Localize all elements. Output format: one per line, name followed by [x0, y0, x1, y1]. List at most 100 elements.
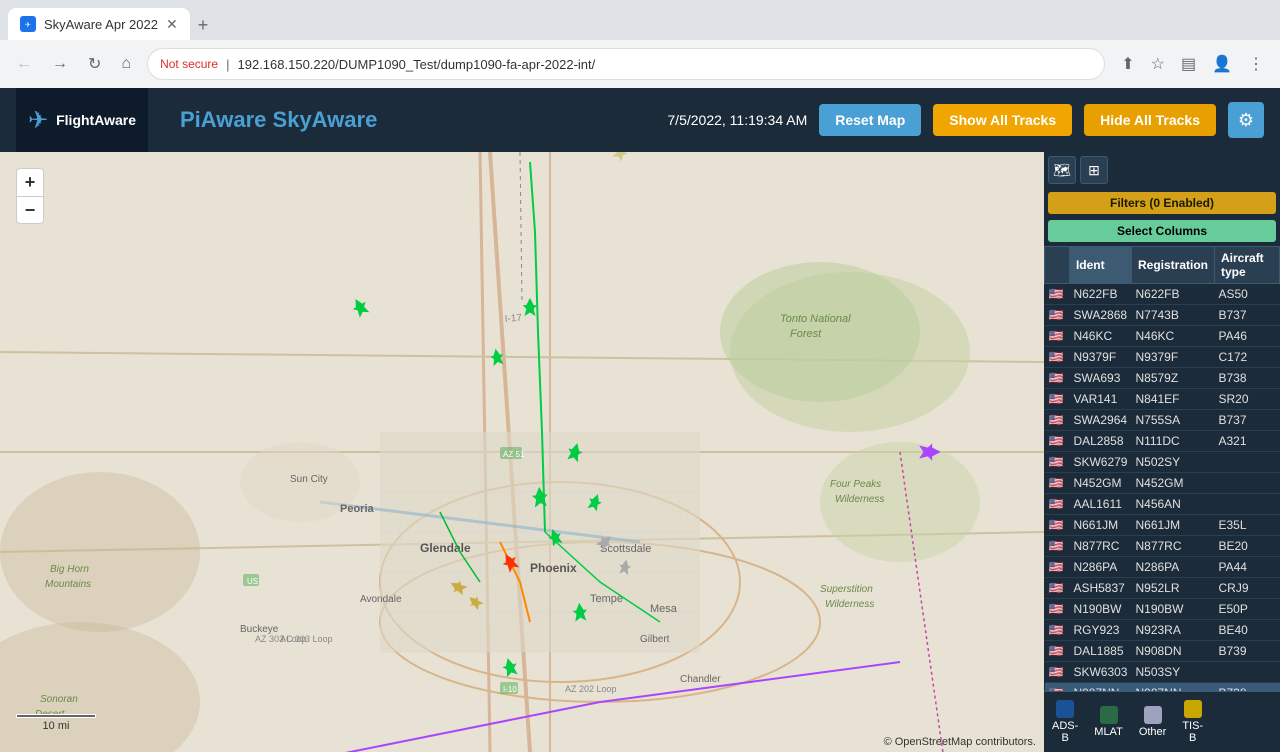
table-row[interactable]: 🇺🇸 DAL2858 N111DC A321 [1045, 431, 1280, 452]
hide-all-tracks-button[interactable]: Hide All Tracks [1084, 104, 1216, 136]
ident-cell: DAL2858 [1069, 431, 1131, 452]
show-all-tracks-button[interactable]: Show All Tracks [933, 104, 1072, 136]
table-row[interactable]: 🇺🇸 SWA693 N8579Z B738 [1045, 368, 1280, 389]
type-cell [1215, 473, 1280, 494]
col-registration-header[interactable]: Registration [1131, 247, 1214, 284]
sidebar-toggle-button[interactable]: ▤ [1177, 50, 1200, 78]
aircraft-marker[interactable] [519, 296, 541, 318]
svg-text:Superstition: Superstition [820, 584, 873, 595]
reset-map-button[interactable]: Reset Map [819, 104, 921, 136]
zoom-in-button[interactable]: + [16, 168, 44, 196]
svg-text:AC 303 Loop: AC 303 Loop [280, 634, 333, 644]
aircraft-marker[interactable] [611, 152, 631, 162]
type-cell: SR20 [1215, 389, 1280, 410]
table-row[interactable]: 🇺🇸 DAL1885 N908DN B739 [1045, 641, 1280, 662]
url-bar[interactable]: Not secure | 192.168.150.220/DUMP1090_Te… [147, 48, 1105, 80]
table-row[interactable]: 🇺🇸 ASH5837 N952LR CRJ9 [1045, 578, 1280, 599]
registration-cell: N923RA [1131, 620, 1214, 641]
registration-cell: N908DN [1131, 641, 1214, 662]
home-button[interactable]: ⌂ [117, 51, 135, 77]
header-right: 7/5/2022, 11:19:34 AM Reset Map Show All… [667, 102, 1264, 138]
table-row[interactable]: 🇺🇸 N987NN N987NN B738 [1045, 683, 1280, 692]
aircraft-marker[interactable] [545, 527, 565, 547]
table-row[interactable]: 🇺🇸 RGY923 N923RA BE40 [1045, 620, 1280, 641]
type-cell: BE20 [1215, 536, 1280, 557]
type-cell: BE40 [1215, 620, 1280, 641]
registration-cell: N755SA [1131, 410, 1214, 431]
table-row[interactable]: 🇺🇸 N452GM N452GM [1045, 473, 1280, 494]
registration-cell: N286PA [1131, 557, 1214, 578]
zoom-out-button[interactable]: − [16, 196, 44, 224]
registration-cell: N987NN [1131, 683, 1214, 692]
aircraft-marker[interactable] [917, 439, 943, 465]
aircraft-marker[interactable] [585, 492, 605, 512]
aircraft-panel: ◀▶ 🗺 ⊞ Filters (0 Enabled) Select Column… [1044, 152, 1280, 752]
profile-button[interactable]: 👤 [1208, 50, 1236, 78]
aircraft-marker[interactable] [528, 485, 552, 509]
table-row[interactable]: 🇺🇸 N877RC N877RC BE20 [1045, 536, 1280, 557]
new-tab-button[interactable]: + [190, 11, 217, 40]
aircraft-marker[interactable] [349, 296, 371, 318]
panel-map-icon-button[interactable]: 🗺 [1048, 156, 1076, 184]
flag-cell: 🇺🇸 [1045, 599, 1070, 620]
active-tab[interactable]: ✈ SkyAware Apr 2022 ✕ [8, 8, 190, 40]
aircraft-marker[interactable] [448, 577, 468, 597]
menu-button[interactable]: ⋮ [1244, 50, 1268, 78]
table-row[interactable]: 🇺🇸 AAL1611 N456AN [1045, 494, 1280, 515]
ident-cell: N46KC [1069, 326, 1131, 347]
table-row[interactable]: 🇺🇸 SKW6279 N502SY [1045, 452, 1280, 473]
bookmark-button[interactable]: ☆ [1147, 50, 1169, 78]
svg-text:I-10: I-10 [503, 685, 517, 694]
aircraft-list-scroll[interactable]: Ident Registration Aircraft type 🇺🇸 N622… [1044, 246, 1280, 691]
col-type-header[interactable]: Aircraft type [1215, 247, 1280, 284]
col-ident-header[interactable]: Ident [1069, 247, 1131, 284]
map-area[interactable]: I-17 AZ 303 Loop AZ 202 Loop Peoria Sun … [0, 152, 1044, 752]
not-secure-label: Not secure [160, 57, 218, 71]
table-row[interactable]: 🇺🇸 N190BW N190BW E50P [1045, 599, 1280, 620]
datetime-display: 7/5/2022, 11:19:34 AM [667, 112, 807, 128]
type-cell: B737 [1215, 410, 1280, 431]
flag-cell: 🇺🇸 [1045, 557, 1070, 578]
flag-cell: 🇺🇸 [1045, 368, 1070, 389]
back-button[interactable]: ← [12, 51, 36, 77]
aircraft-table: Ident Registration Aircraft type 🇺🇸 N622… [1044, 246, 1280, 691]
reload-button[interactable]: ↻ [84, 50, 105, 78]
forward-button[interactable]: → [48, 51, 72, 77]
table-row[interactable]: 🇺🇸 N9379F N9379F C172 [1045, 347, 1280, 368]
map-background: I-17 AZ 303 Loop AZ 202 Loop Peoria Sun … [0, 152, 1044, 752]
table-row[interactable]: 🇺🇸 VAR141 N841EF SR20 [1045, 389, 1280, 410]
select-columns-button[interactable]: Select Columns [1048, 220, 1276, 242]
registration-cell: N456AN [1131, 494, 1214, 515]
table-row[interactable]: 🇺🇸 SWA2868 N7743B B737 [1045, 305, 1280, 326]
aircraft-marker[interactable] [499, 656, 521, 678]
aircraft-marker[interactable] [569, 601, 591, 623]
aircraft-marker[interactable] [466, 593, 484, 611]
svg-text:Wilderness: Wilderness [835, 494, 884, 505]
filters-button[interactable]: Filters (0 Enabled) [1048, 192, 1276, 214]
share-button[interactable]: ⬆ [1117, 50, 1138, 78]
table-row[interactable]: 🇺🇸 N286PA N286PA PA44 [1045, 557, 1280, 578]
table-row[interactable]: 🇺🇸 N622FB N622FB AS50 [1045, 284, 1280, 305]
type-cell [1215, 494, 1280, 515]
table-row[interactable]: 🇺🇸 N46KC N46KC PA46 [1045, 326, 1280, 347]
aircraft-marker[interactable] [616, 558, 634, 576]
panel-filters-area: Filters (0 Enabled) Select Columns [1044, 188, 1280, 246]
aircraft-marker[interactable] [487, 347, 507, 367]
col-flag-header[interactable] [1045, 247, 1070, 284]
flag-cell: 🇺🇸 [1045, 326, 1070, 347]
registration-cell: N952LR [1131, 578, 1214, 599]
aircraft-marker[interactable] [499, 551, 521, 573]
table-row[interactable]: 🇺🇸 N661JM N661JM E35L [1045, 515, 1280, 536]
svg-text:Mesa: Mesa [650, 603, 678, 615]
svg-text:Wilderness: Wilderness [825, 599, 874, 610]
panel-grid-icon-button[interactable]: ⊞ [1080, 156, 1108, 184]
table-row[interactable]: 🇺🇸 SWA2964 N755SA B737 [1045, 410, 1280, 431]
type-cell: E35L [1215, 515, 1280, 536]
svg-text:Buckeye: Buckeye [240, 624, 279, 635]
tab-close-button[interactable]: ✕ [166, 16, 178, 33]
aircraft-marker[interactable] [564, 441, 586, 463]
settings-button[interactable]: ⚙ [1228, 102, 1264, 138]
table-row[interactable]: 🇺🇸 SKW6303 N503SY [1045, 662, 1280, 683]
aircraft-marker[interactable] [595, 532, 615, 552]
ident-cell: SWA2868 [1069, 305, 1131, 326]
